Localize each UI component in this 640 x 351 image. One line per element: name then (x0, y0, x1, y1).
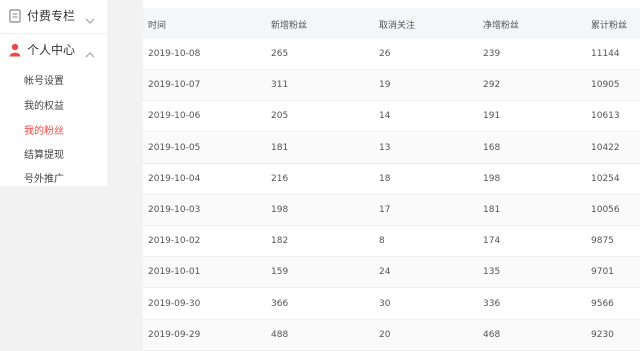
cell-date: 2019-10-04 (148, 173, 201, 184)
sidebar-item-promotion[interactable]: 号外推广 (24, 170, 64, 185)
cell-net-gain: 168 (483, 142, 501, 153)
cell-net-gain: 198 (483, 173, 501, 184)
header-new-fans: 新增粉丝 (271, 21, 308, 31)
sidebar: 付费专栏 个人中心 帐号设置 我的权益 我的粉丝 结算提现 号外推广 (0, 0, 107, 186)
table-row: 2019-10-02 182 8 174 9875 (143, 226, 640, 258)
document-icon (9, 8, 21, 23)
sidebar-item-settlement[interactable]: 结算提现 (24, 146, 64, 161)
cell-net-gain: 135 (483, 267, 501, 278)
cell-unfollow: 14 (379, 111, 391, 122)
cell-date: 2019-10-05 (148, 142, 201, 153)
table-row: 2019-10-05 181 13 168 10422 (143, 132, 640, 164)
table-row: 2019-10-03 198 17 181 10056 (143, 195, 640, 226)
table-row: 2019-10-01 159 24 135 9701 (143, 257, 640, 289)
cell-unfollow: 19 (379, 80, 391, 91)
cell-date: 2019-10-02 (148, 236, 201, 247)
header-net-gain: 净增粉丝 (483, 21, 520, 31)
cell-date: 2019-10-07 (148, 80, 201, 91)
table-row: 2019-09-29 488 20 468 9230 (143, 319, 640, 351)
cell-unfollow: 17 (379, 205, 391, 215)
cell-total-fans: 9566 (591, 298, 614, 309)
cell-total-fans: 10254 (591, 173, 620, 184)
menu-personal-center-label: 个人中心 (27, 42, 76, 57)
table-header: 时间 新增粉丝 取消关注 净增粉丝 累计粉丝 (143, 8, 640, 39)
cell-date: 2019-10-01 (148, 267, 201, 278)
cell-unfollow: 30 (379, 298, 391, 309)
menu-personal-center[interactable]: 个人中心 (0, 34, 107, 64)
user-icon (9, 42, 21, 57)
sidebar-item-my-rights[interactable]: 我的权益 (24, 97, 64, 112)
cell-net-gain: 468 (483, 329, 501, 340)
cell-unfollow: 18 (379, 173, 391, 184)
cell-unfollow: 20 (379, 329, 391, 340)
cell-date: 2019-10-06 (148, 111, 201, 122)
cell-new-fans: 205 (271, 111, 289, 122)
cell-new-fans: 366 (271, 298, 289, 309)
table-row: 2019-10-04 216 18 198 10254 (143, 164, 640, 195)
chevron-down-icon (85, 10, 95, 24)
cell-net-gain: 292 (483, 80, 501, 91)
cell-new-fans: 311 (271, 80, 289, 91)
sidebar-item-account-settings[interactable]: 帐号设置 (24, 72, 64, 87)
cell-net-gain: 239 (483, 49, 501, 59)
sidebar-item-my-fans[interactable]: 我的粉丝 (24, 122, 64, 137)
menu-paid-column[interactable]: 付费专栏 (0, 0, 107, 30)
cell-new-fans: 182 (271, 236, 289, 247)
table-row: 2019-10-06 205 14 191 10613 (143, 101, 640, 133)
header-unfollow: 取消关注 (379, 21, 416, 31)
cell-new-fans: 265 (271, 49, 289, 59)
cell-total-fans: 9875 (591, 236, 614, 247)
header-total-fans: 累计粉丝 (591, 21, 628, 31)
table-row: 2019-10-08 265 26 239 11144 (143, 39, 640, 70)
header-date: 时间 (148, 21, 167, 31)
cell-total-fans: 10613 (591, 111, 620, 122)
cell-unfollow: 13 (379, 142, 391, 153)
cell-date: 2019-10-03 (148, 205, 201, 215)
cell-total-fans: 9701 (591, 267, 614, 278)
cell-total-fans: 11144 (591, 49, 620, 59)
cell-net-gain: 174 (483, 236, 501, 247)
cell-unfollow: 8 (379, 236, 385, 247)
cell-new-fans: 488 (271, 329, 289, 340)
cell-total-fans: 9230 (591, 329, 614, 340)
fans-table-panel: 时间 新增粉丝 取消关注 净增粉丝 累计粉丝 2019-10-08 265 26 23… (143, 0, 640, 351)
cell-unfollow: 24 (379, 267, 391, 278)
cell-new-fans: 198 (271, 205, 289, 215)
cell-new-fans: 216 (271, 173, 289, 184)
cell-net-gain: 336 (483, 298, 501, 309)
cell-date: 2019-10-08 (148, 49, 201, 59)
chevron-up-icon (85, 44, 95, 58)
cell-total-fans: 10422 (591, 142, 620, 153)
cell-unfollow: 26 (379, 49, 391, 59)
table-row: 2019-09-30 366 30 336 9566 (143, 289, 640, 320)
cell-total-fans: 10056 (591, 205, 620, 215)
cell-new-fans: 181 (271, 142, 289, 153)
cell-net-gain: 191 (483, 111, 501, 122)
table-row: 2019-10-07 311 19 292 10905 (143, 70, 640, 102)
menu-paid-column-label: 付费专栏 (27, 8, 76, 23)
cell-new-fans: 159 (271, 267, 289, 278)
cell-date: 2019-09-30 (148, 298, 201, 309)
cell-total-fans: 10905 (591, 80, 620, 91)
cell-net-gain: 181 (483, 205, 501, 215)
cell-date: 2019-09-29 (148, 329, 201, 340)
